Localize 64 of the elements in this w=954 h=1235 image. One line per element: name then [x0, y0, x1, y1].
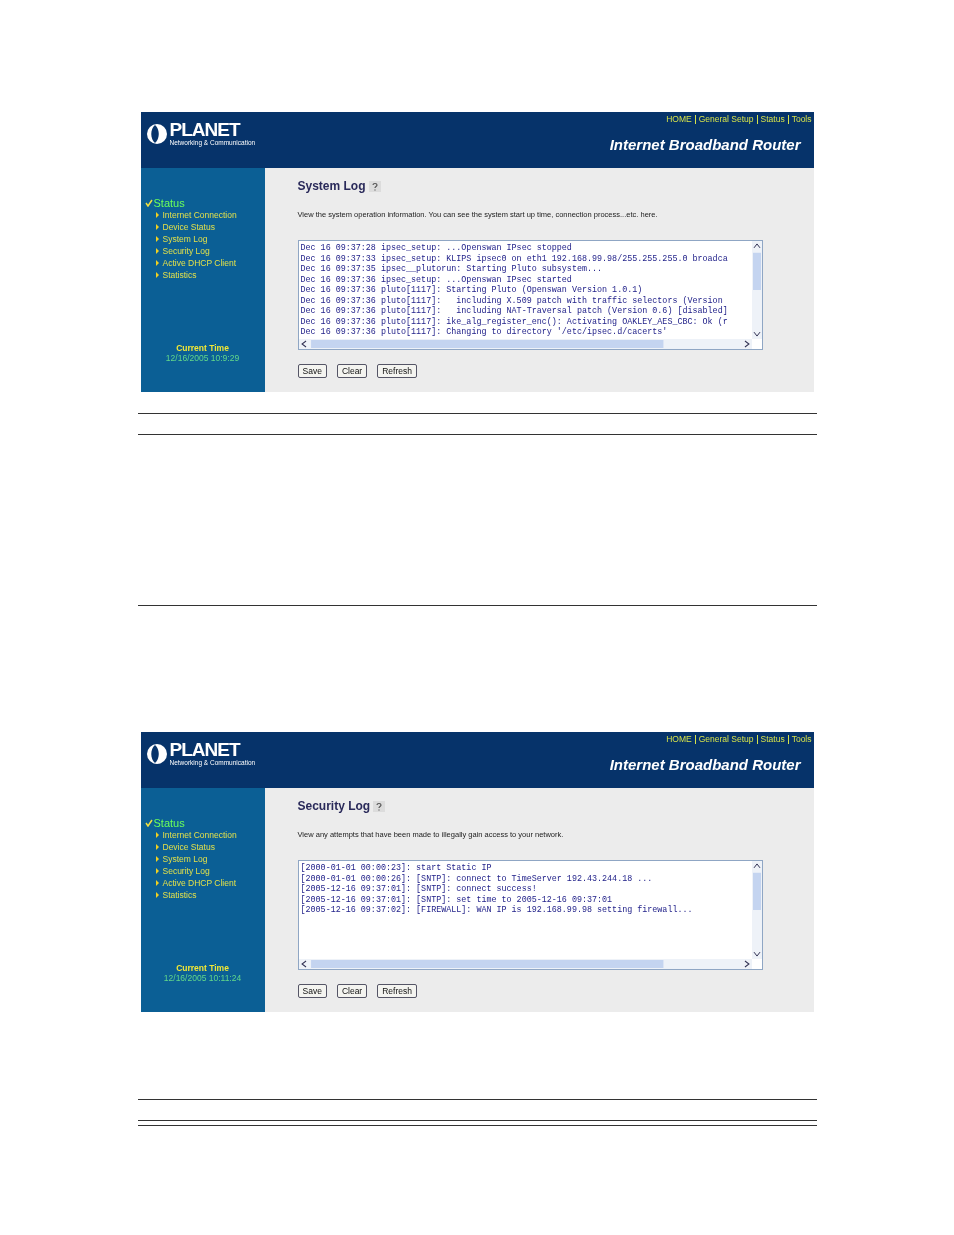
action-button[interactable]: Refresh — [377, 984, 417, 998]
log-line: Dec 16 09:37:36 pluto[1117]: Starting Pluto (Openswan Version 1.0.1) — [300, 285, 644, 296]
sidebar-item[interactable]: System Log — [155, 233, 265, 245]
action-button[interactable]: Save — [297, 984, 327, 998]
log-line: [2000-01-01 00:00:26]: [SNTP]: connect to TimeServer 192.43.244.18 ... — [300, 873, 654, 884]
time-value: 12/16/2005 10:11:24 — [163, 973, 242, 983]
action-button[interactable]: Refresh — [377, 364, 417, 378]
vertical-scrollbar[interactable] — [751, 241, 762, 339]
logo-text: PLANET — [169, 120, 241, 139]
help-icon[interactable] — [368, 180, 381, 192]
horizontal-scrollbar[interactable] — [298, 959, 752, 969]
sidebar-item[interactable]: Device Status — [155, 841, 265, 853]
log-line: Dec 16 09:37:36 pluto[1117]: including X.509 patch with traffic selectors (Version — [300, 295, 724, 306]
log-textarea[interactable] — [297, 860, 763, 970]
sidebar-item[interactable]: Security Log — [155, 865, 265, 877]
log-line: Dec 16 09:37:33 ipsec_setup: KLIPS ipsec0 on eth1 192.168.99.98/255.255.255.0 broadca — [300, 253, 729, 264]
log-line: Dec 16 09:37:35 ipsec__plutorun: Starting Pluto subsystem... — [300, 264, 604, 275]
horizontal-scrollbar[interactable] — [298, 339, 752, 349]
vertical-scrollbar[interactable] — [751, 861, 762, 959]
nav-link[interactable]: Status — [760, 734, 785, 744]
sidebar-item[interactable]: Internet Connection — [155, 209, 265, 221]
sidebar-item[interactable]: Device Status — [155, 221, 265, 233]
logo-icon — [145, 742, 168, 765]
checkmark-icon — [144, 819, 153, 827]
sidebar-item[interactable]: Statistics — [155, 269, 265, 281]
log-line: Dec 16 09:37:36 pluto[1117]: including NAT-Traversal patch (Version 0.6) [disabled] — [300, 306, 729, 317]
sidebar-section[interactable]: Status — [153, 817, 185, 829]
sidebar-item[interactable]: Internet Connection — [155, 829, 265, 841]
checkmark-icon — [144, 199, 153, 207]
logo-icon — [145, 122, 168, 145]
action-button[interactable]: Clear — [336, 364, 368, 378]
log-textarea[interactable] — [297, 240, 763, 350]
sidebar-item[interactable]: System Log — [155, 853, 265, 865]
sidebar-section[interactable]: Status — [153, 197, 185, 209]
log-line: [2005-12-16 09:37:02]: [FIREWALL]: WAN IP is 192.168.99.98 setting firewall... — [300, 905, 694, 916]
nav-link[interactable]: HOME — [666, 114, 692, 124]
time-value: 12/16/2005 10:9:29 — [165, 353, 240, 363]
nav-link[interactable]: General Setup — [698, 734, 754, 744]
log-line: Dec 16 09:37:36 ipsec_setup: ...Openswan IPsec started — [300, 274, 573, 285]
help-icon[interactable] — [373, 800, 386, 812]
log-line: [2005-12-16 09:37:01]: [SNTP]: connect success! — [300, 884, 538, 895]
product-title: Internet Broadband Router — [609, 756, 801, 773]
log-line: [2005-12-16 09:37:01]: [SNTP]: set time to 2005-12-16 09:37:01 — [300, 894, 614, 905]
sidebar-item[interactable]: Active DHCP Client — [155, 877, 265, 889]
sidebar-item[interactable]: Security Log — [155, 245, 265, 257]
nav-link[interactable]: Tools — [791, 734, 812, 744]
action-button[interactable]: Save — [297, 364, 327, 378]
page-title: Security Log — [297, 799, 371, 813]
time-label: Current Time — [176, 343, 229, 353]
product-title: Internet Broadband Router — [609, 136, 801, 153]
page-title: System Log — [297, 179, 366, 193]
nav-link[interactable]: General Setup — [698, 114, 754, 124]
log-line: [2000-01-01 00:00:23]: start Static IP — [300, 863, 493, 874]
time-label: Current Time — [176, 963, 229, 973]
log-line: Dec 16 09:37:36 pluto[1117]: ike_alg_register_enc(): Activating OAKLEY_AES_CBC: Ok (r — [300, 316, 729, 327]
log-line: Dec 16 09:37:36 pluto[1117]: Changing to directory '/etc/ipsec.d/cacerts' — [300, 327, 669, 338]
nav-link[interactable]: Status — [760, 114, 785, 124]
nav-link[interactable]: HOME — [666, 734, 692, 744]
sidebar-item[interactable]: Statistics — [155, 889, 265, 901]
log-line: Dec 16 09:37:28 ipsec_setup: ...Openswan IPsec stopped — [300, 243, 573, 254]
sidebar-item[interactable]: Active DHCP Client — [155, 257, 265, 269]
logo-text: PLANET — [169, 740, 241, 759]
nav-link[interactable]: Tools — [791, 114, 812, 124]
action-button[interactable]: Clear — [336, 984, 368, 998]
